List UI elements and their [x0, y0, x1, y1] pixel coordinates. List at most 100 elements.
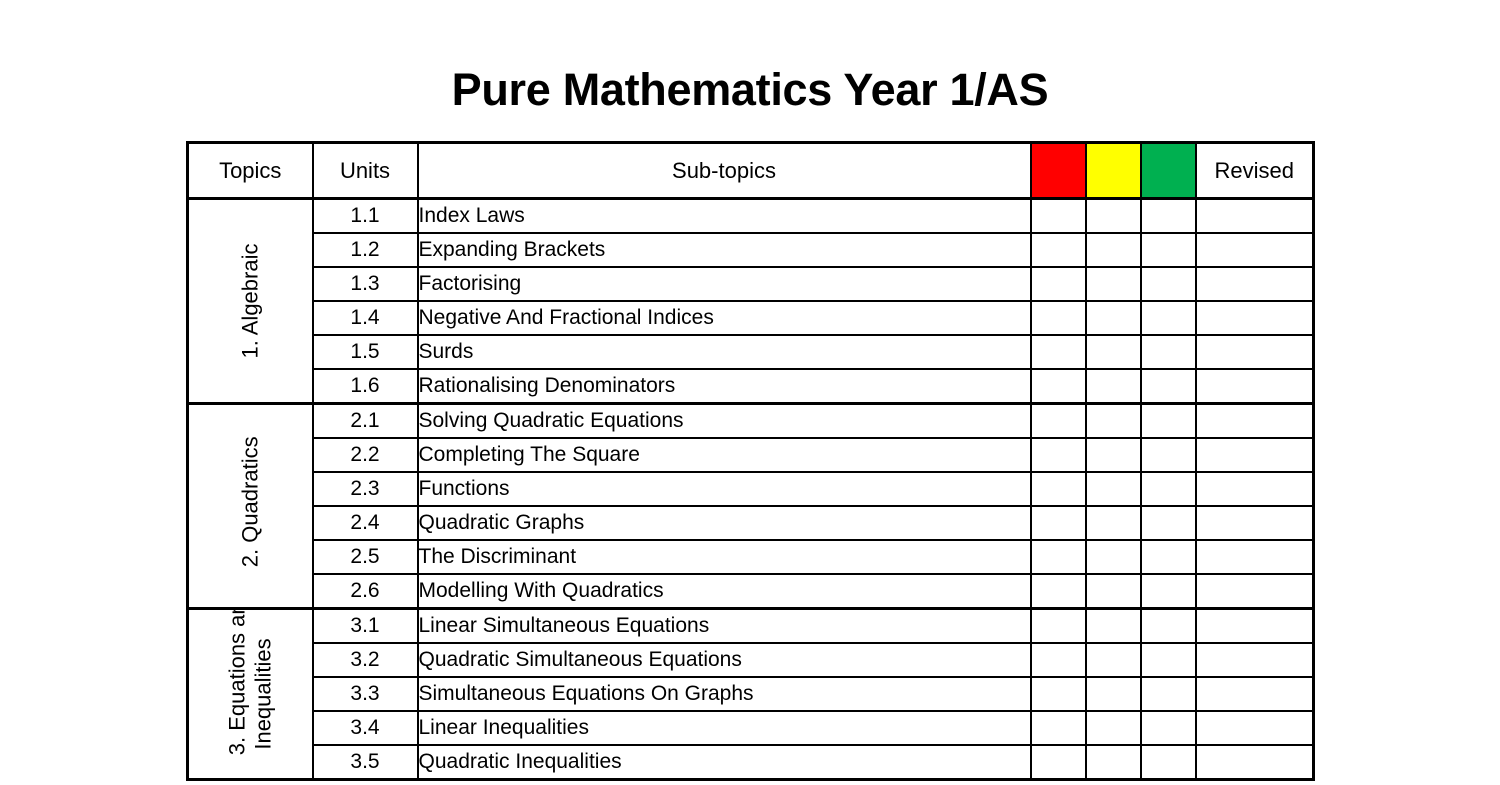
rag-red-checkbox-cell[interactable]	[1029, 334, 1087, 370]
unit-number-cell: 1.1	[311, 197, 419, 234]
unit-number-cell: 2.1	[311, 402, 419, 439]
rag-yellow-checkbox-cell[interactable]	[1084, 471, 1142, 507]
rag-yellow-checkbox-cell[interactable]	[1084, 539, 1142, 575]
rag-green-checkbox-cell[interactable]	[1139, 402, 1197, 439]
rag-red-checkbox-cell[interactable]	[1029, 197, 1087, 234]
revised-date-cell[interactable]	[1194, 266, 1315, 302]
table-row: 2. Quadratics 2.1 Solving Quadratic Equati…	[186, 402, 1315, 610]
rag-green-checkbox-cell[interactable]	[1139, 471, 1197, 507]
rag-green-checkbox-cell[interactable]	[1139, 300, 1197, 336]
topic-section-label-text: 1. Algebraic	[237, 243, 263, 359]
column-header-revised: Revised	[1194, 141, 1315, 200]
topic-section-label-text: 2. Quadratics	[237, 436, 263, 568]
rag-yellow-checkbox-cell[interactable]	[1084, 744, 1142, 781]
revised-date-cell[interactable]	[1194, 300, 1315, 336]
rag-red-checkbox-cell[interactable]	[1029, 642, 1087, 678]
rag-yellow-checkbox-cell[interactable]	[1084, 300, 1142, 336]
revised-date-cell[interactable]	[1194, 744, 1315, 781]
rag-green-checkbox-cell[interactable]	[1139, 437, 1197, 473]
column-header-rag-green[interactable]	[1139, 141, 1197, 200]
rag-green-checkbox-cell[interactable]	[1139, 368, 1197, 405]
document-page: Pure Mathematics Year 1/AS Topics Units …	[0, 0, 1500, 785]
column-header-units: Units	[311, 141, 419, 200]
topic-section-label: 1. Algebraic	[186, 197, 314, 405]
rag-yellow-checkbox-cell[interactable]	[1084, 334, 1142, 370]
rag-green-checkbox-cell[interactable]	[1139, 505, 1197, 541]
rag-green-checkbox-cell[interactable]	[1139, 232, 1197, 268]
column-header-rag-yellow[interactable]	[1084, 141, 1142, 200]
rag-red-checkbox-cell[interactable]	[1029, 300, 1087, 336]
revised-date-cell[interactable]	[1194, 539, 1315, 575]
rag-yellow-checkbox-cell[interactable]	[1084, 197, 1142, 234]
rag-red-checkbox-cell[interactable]	[1029, 744, 1087, 781]
rag-yellow-checkbox-cell[interactable]	[1084, 710, 1142, 746]
table-row: 2.3 Functions	[188, 471, 1315, 507]
revised-date-cell[interactable]	[1194, 573, 1315, 610]
rag-yellow-checkbox-cell[interactable]	[1084, 607, 1142, 644]
rag-yellow-checkbox-cell[interactable]	[1084, 402, 1142, 439]
table-row: 2.2 Completing The Square	[188, 437, 1315, 473]
revised-date-cell[interactable]	[1194, 232, 1315, 268]
unit-number-cell: 1.4	[311, 300, 419, 336]
column-header-topics: Topics	[186, 141, 314, 200]
rag-yellow-checkbox-cell[interactable]	[1084, 642, 1142, 678]
rag-yellow-checkbox-cell[interactable]	[1084, 368, 1142, 405]
rag-green-checkbox-cell[interactable]	[1139, 334, 1197, 370]
rag-green-checkbox-cell[interactable]	[1139, 710, 1197, 746]
unit-number-cell: 2.5	[311, 539, 419, 575]
table-row: 1. Algebraic 1.1 Index Laws	[186, 197, 1315, 405]
revised-date-cell[interactable]	[1194, 676, 1315, 712]
revised-date-cell[interactable]	[1194, 402, 1315, 439]
rag-green-checkbox-cell[interactable]	[1139, 607, 1197, 644]
rag-green-checkbox-cell[interactable]	[1139, 197, 1197, 234]
rag-yellow-checkbox-cell[interactable]	[1084, 573, 1142, 610]
rag-red-checkbox-cell[interactable]	[1029, 437, 1087, 473]
revised-date-cell[interactable]	[1194, 368, 1315, 405]
table-row: 3. Equations and Inequalities 3.1Linear S…	[186, 607, 1315, 781]
unit-number-cell: 3.4	[311, 710, 419, 746]
rag-green-checkbox-cell[interactable]	[1139, 266, 1197, 302]
rag-red-checkbox-cell[interactable]	[1029, 676, 1087, 712]
column-header-rag-red[interactable]	[1029, 141, 1087, 200]
rag-red-checkbox-cell[interactable]	[1029, 266, 1087, 302]
rag-green-checkbox-cell[interactable]	[1139, 642, 1197, 678]
rag-red-checkbox-cell[interactable]	[1029, 573, 1087, 610]
rag-green-checkbox-cell[interactable]	[1139, 539, 1197, 575]
rag-red-checkbox-cell[interactable]	[1029, 368, 1087, 405]
table-body: 1. Algebraic 1.1 Index Laws 1.2 Expanding Br…	[186, 197, 1315, 781]
rag-yellow-checkbox-cell[interactable]	[1084, 437, 1142, 473]
subtopic-cell: Rationalising Denominators	[416, 368, 1032, 405]
unit-number-cell: 2.2	[311, 437, 419, 473]
rag-yellow-checkbox-cell[interactable]	[1084, 266, 1142, 302]
rag-red-checkbox-cell[interactable]	[1029, 402, 1087, 439]
revised-date-cell[interactable]	[1194, 471, 1315, 507]
revised-date-cell[interactable]	[1194, 607, 1315, 644]
topic-section-label: 2. Quadratics	[186, 402, 314, 610]
rag-red-checkbox-cell[interactable]	[1029, 607, 1087, 644]
rag-red-checkbox-cell[interactable]	[1029, 505, 1087, 541]
rag-yellow-checkbox-cell[interactable]	[1084, 505, 1142, 541]
rag-yellow-checkbox-cell[interactable]	[1084, 232, 1142, 268]
rag-red-checkbox-cell[interactable]	[1029, 232, 1087, 268]
revision-tracker-table-wrapper: Topics Units Sub-topics Revised 1. Algeb…	[186, 141, 1315, 781]
revised-date-cell[interactable]	[1194, 642, 1315, 678]
rag-yellow-checkbox-cell[interactable]	[1084, 676, 1142, 712]
table-row: 1.3 Factorising	[188, 266, 1315, 302]
table-row: 1.2 Expanding Brackets	[188, 232, 1315, 268]
rag-red-checkbox-cell[interactable]	[1029, 539, 1087, 575]
rag-green-checkbox-cell[interactable]	[1139, 744, 1197, 781]
rag-red-checkbox-cell[interactable]	[1029, 710, 1087, 746]
subtopic-cell: The Discriminant	[416, 539, 1032, 575]
rag-green-checkbox-cell[interactable]	[1139, 573, 1197, 610]
revised-date-cell[interactable]	[1194, 437, 1315, 473]
topic-section-label-text: 3. Equations and Inequalities	[224, 612, 276, 756]
table-row: 3.2 Quadratic Simultaneous Equations	[188, 642, 1315, 678]
revised-date-cell[interactable]	[1194, 334, 1315, 370]
revised-date-cell[interactable]	[1194, 505, 1315, 541]
table-row: 3.3 Simultaneous Equations On Graphs	[188, 676, 1315, 712]
unit-number-cell: 3.1	[311, 607, 419, 644]
revised-date-cell[interactable]	[1194, 197, 1315, 234]
rag-green-checkbox-cell[interactable]	[1139, 676, 1197, 712]
revised-date-cell[interactable]	[1194, 710, 1315, 746]
rag-red-checkbox-cell[interactable]	[1029, 471, 1087, 507]
